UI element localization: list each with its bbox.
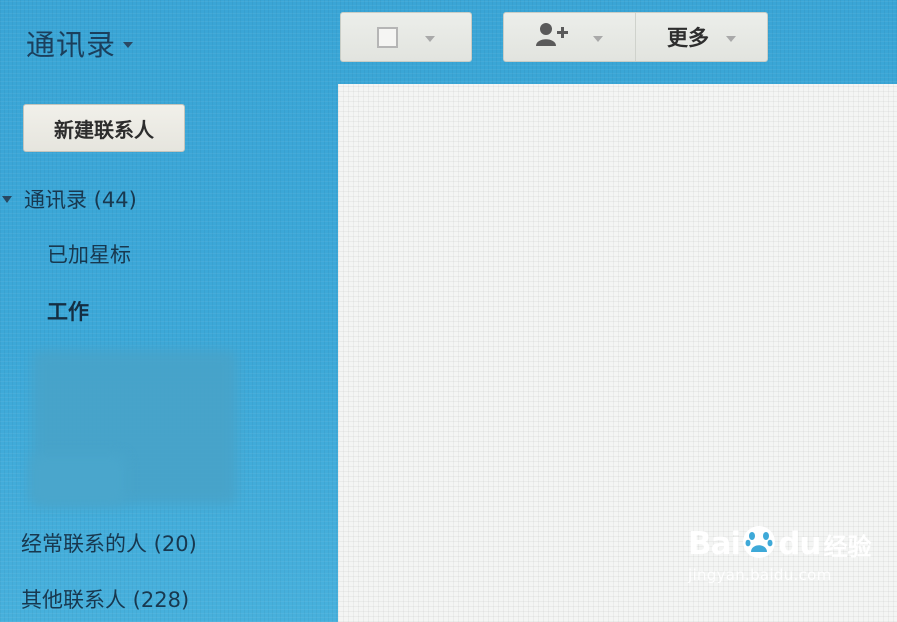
- checkbox-icon: [377, 26, 398, 48]
- new-contact-label: 新建联系人: [54, 117, 154, 142]
- new-contact-button[interactable]: 新建联系人: [23, 104, 185, 152]
- chevron-down-icon: [425, 36, 435, 42]
- sidebar-item-other-contacts[interactable]: 其他联系人 (228): [21, 584, 189, 614]
- toolbar-button-group: 更多: [503, 12, 768, 62]
- chevron-down-icon: [123, 42, 134, 48]
- sidebar-item-starred[interactable]: 已加星标: [47, 239, 131, 269]
- sidebar-item-label: 通讯录 (44): [24, 188, 137, 212]
- add-person-icon: [536, 22, 574, 52]
- collapse-triangle-icon[interactable]: [2, 195, 12, 203]
- chevron-down-icon: [726, 36, 736, 42]
- sidebar-item-label: 其他联系人 (228): [21, 588, 190, 612]
- blurred-region: [30, 455, 125, 505]
- sidebar-item-contacts[interactable]: 通讯录 (44): [2, 184, 137, 214]
- more-button[interactable]: 更多: [636, 13, 767, 61]
- sidebar-item-label: 工作: [47, 300, 89, 324]
- add-to-group-button[interactable]: [504, 13, 636, 61]
- contacts-content-pane: [338, 84, 897, 622]
- sidebar-item-label: 已加星标: [47, 243, 131, 267]
- more-label: 更多: [667, 26, 709, 50]
- app-title: 通讯录: [26, 28, 117, 62]
- sidebar-item-frequent[interactable]: 经常联系的人 (20): [21, 528, 197, 558]
- select-checkbox-button[interactable]: [340, 12, 472, 62]
- app-title-dropdown[interactable]: 通讯录: [26, 22, 134, 64]
- chevron-down-icon: [593, 36, 603, 42]
- sidebar-item-work[interactable]: 工作: [47, 296, 89, 326]
- sidebar-item-label: 经常联系的人 (20): [21, 532, 197, 556]
